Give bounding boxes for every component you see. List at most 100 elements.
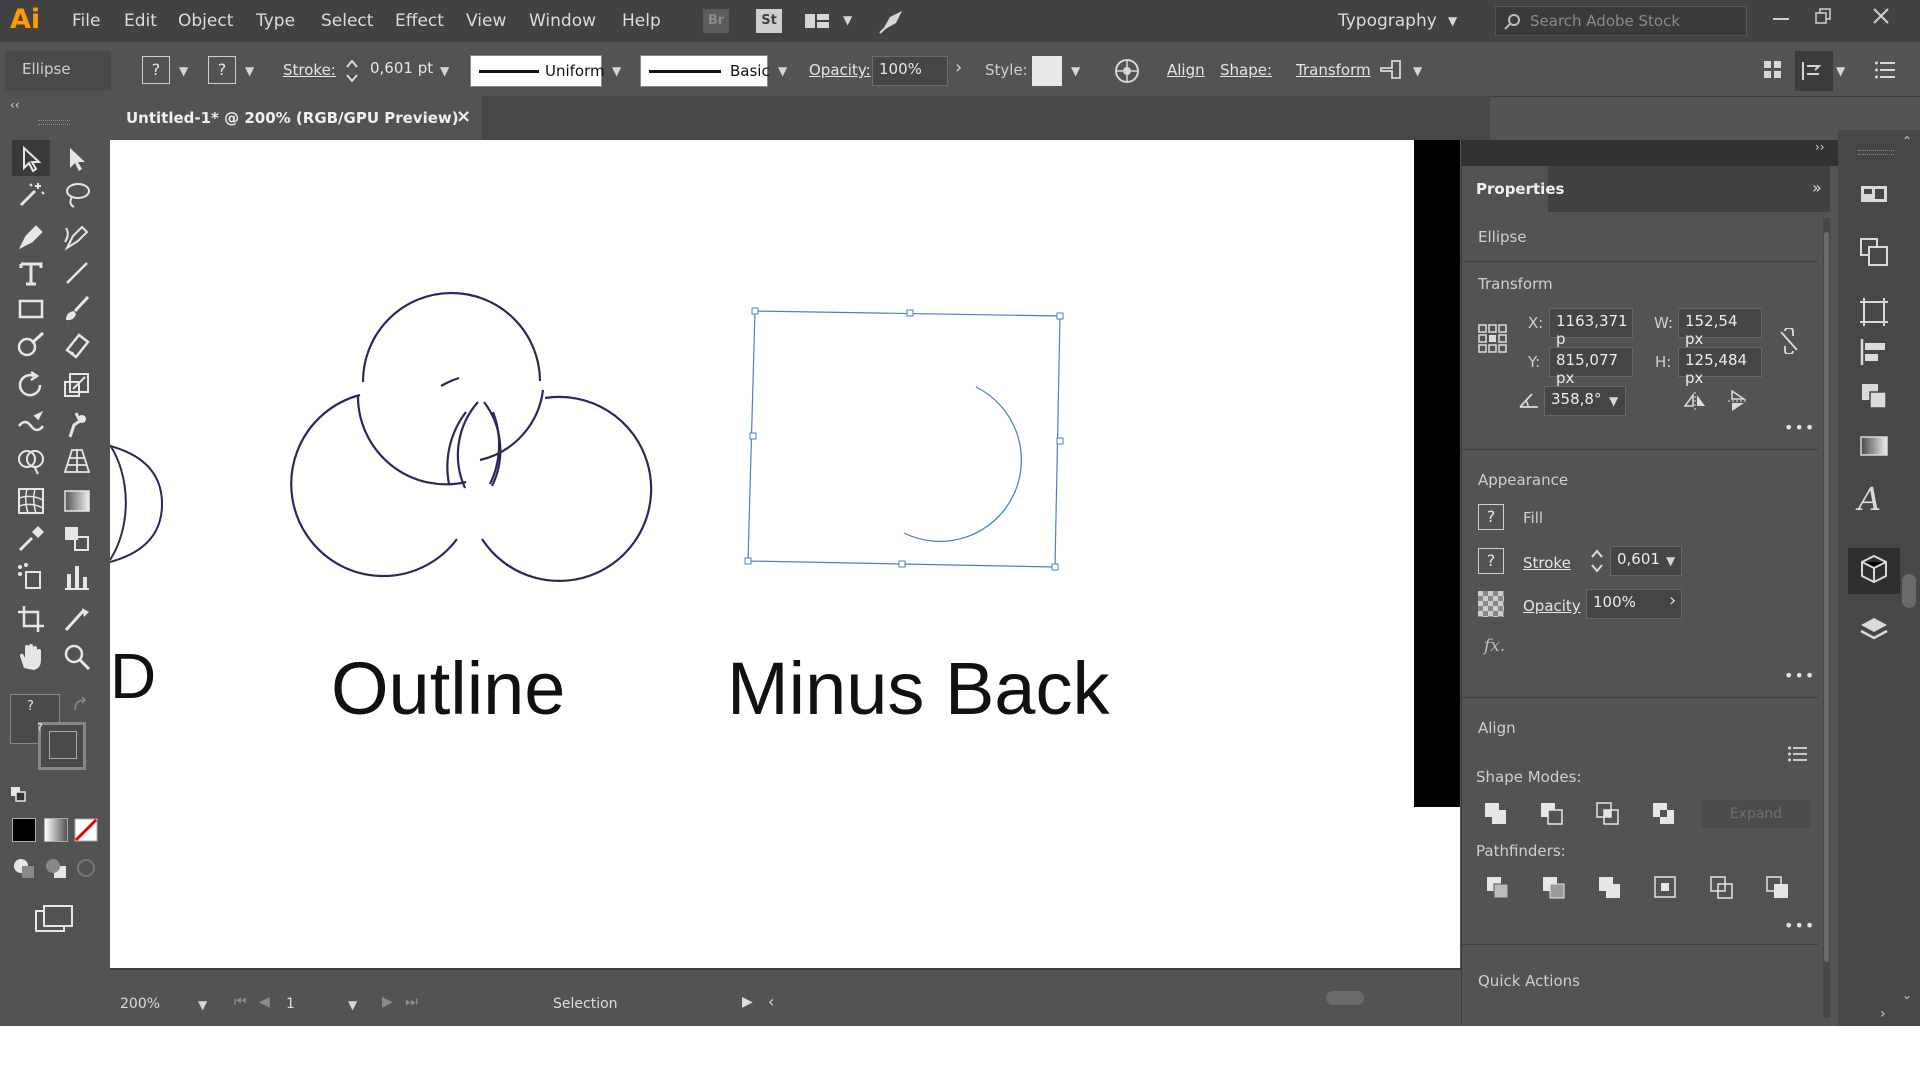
shaper-tool-icon[interactable] bbox=[16, 330, 46, 360]
rectangle-tool-icon[interactable] bbox=[16, 294, 46, 324]
scroll-left-icon[interactable]: ‹ bbox=[768, 992, 774, 1011]
outline-venn-shape[interactable] bbox=[290, 291, 653, 582]
opacity-label[interactable]: Opacity: bbox=[809, 61, 871, 79]
scroll-up-icon[interactable]: ⌃ bbox=[1902, 134, 1912, 148]
artboard-tool-icon[interactable] bbox=[16, 604, 46, 634]
dock-scroll-thumb[interactable] bbox=[1902, 574, 1916, 608]
stroke-label[interactable]: Stroke: bbox=[283, 61, 336, 79]
chevron-down-icon[interactable]: ▼ bbox=[179, 64, 188, 78]
panel-options-icon[interactable]: » bbox=[1812, 178, 1822, 197]
shape-link[interactable]: Shape: bbox=[1220, 61, 1272, 79]
graphic-style-swatch[interactable] bbox=[1032, 56, 1062, 86]
flip-horizontal-icon[interactable] bbox=[1684, 392, 1706, 410]
menu-select[interactable]: Select bbox=[321, 11, 373, 31]
outline-icon[interactable] bbox=[1710, 876, 1734, 900]
close-icon[interactable] bbox=[1871, 6, 1891, 26]
rotate-tool-icon[interactable] bbox=[16, 370, 46, 400]
line-segment-tool-icon[interactable] bbox=[62, 258, 92, 288]
workspace-switcher[interactable]: Typography bbox=[1338, 11, 1437, 31]
character-panel-icon[interactable]: A bbox=[1858, 480, 1894, 518]
artboard-panel-icon[interactable] bbox=[1858, 296, 1890, 328]
h-input[interactable]: 125,484 px bbox=[1678, 347, 1762, 387]
chevron-down-icon[interactable]: ▼ bbox=[1609, 394, 1618, 408]
recolor-artwork-icon[interactable] bbox=[1113, 57, 1141, 85]
swap-fill-stroke-icon[interactable] bbox=[72, 696, 90, 714]
chevron-down-icon[interactable]: ▼ bbox=[348, 998, 357, 1012]
canvas[interactable]: D Outline Minus Back bbox=[110, 140, 1460, 968]
stock-button[interactable]: St bbox=[756, 9, 782, 33]
stock-search-field[interactable]: Search Adobe Stock bbox=[1495, 6, 1747, 36]
blend-tool-icon[interactable] bbox=[62, 524, 92, 554]
reference-point-icon[interactable] bbox=[1478, 324, 1508, 354]
pen-tool-icon[interactable] bbox=[16, 222, 46, 252]
opacity-input[interactable]: 100% bbox=[872, 56, 948, 86]
close-tab-icon[interactable]: × bbox=[456, 106, 471, 127]
more-options-icon[interactable]: ••• bbox=[1784, 418, 1815, 437]
merge-icon[interactable] bbox=[1598, 876, 1622, 900]
layers-panel-icon[interactable] bbox=[1858, 614, 1890, 646]
align-panel-icon[interactable] bbox=[1858, 336, 1890, 368]
chevron-down-icon[interactable]: ▼ bbox=[778, 64, 787, 78]
expand-button[interactable]: Expand bbox=[1702, 800, 1810, 828]
gpu-performance-icon[interactable] bbox=[878, 9, 906, 35]
document-tab[interactable]: Untitled-1* @ 200% (RGB/GPU Preview) × bbox=[110, 96, 482, 140]
gradient-panel-icon[interactable] bbox=[1858, 430, 1890, 462]
stepper-icon[interactable] bbox=[1590, 547, 1604, 575]
chevron-down-icon[interactable]: ▼ bbox=[843, 13, 852, 27]
column-graph-tool-icon[interactable] bbox=[62, 562, 92, 592]
opacity-swatch-icon[interactable] bbox=[1478, 591, 1504, 617]
align-options-icon[interactable] bbox=[1788, 746, 1808, 762]
menu-effect[interactable]: Effect bbox=[395, 11, 444, 31]
chevron-down-icon[interactable]: ▼ bbox=[1448, 14, 1457, 28]
lasso-tool-icon[interactable] bbox=[62, 180, 92, 210]
chevron-down-icon[interactable]: ▼ bbox=[1666, 554, 1675, 568]
menu-object[interactable]: Object bbox=[178, 11, 233, 31]
effects-button[interactable]: fx. bbox=[1484, 636, 1505, 656]
panel-menu-icon[interactable] bbox=[1875, 60, 1897, 80]
artwork[interactable] bbox=[110, 140, 1460, 968]
more-options-icon[interactable]: ••• bbox=[1784, 666, 1815, 685]
opacity-panel-label[interactable]: Opacity bbox=[1523, 597, 1581, 615]
opacity-panel-input[interactable]: 100% bbox=[1586, 589, 1682, 619]
trim-icon[interactable] bbox=[1542, 876, 1566, 900]
scroll-right-icon[interactable]: › bbox=[1880, 1006, 1886, 1022]
draw-behind-icon[interactable] bbox=[44, 856, 68, 880]
crop-icon[interactable] bbox=[1654, 876, 1678, 900]
default-fill-stroke-icon[interactable] bbox=[10, 786, 26, 802]
artboard-number[interactable]: 1 bbox=[286, 996, 295, 1012]
y-input[interactable]: 815,077 px bbox=[1549, 347, 1633, 387]
stroke-swatch-panel[interactable]: ? bbox=[1478, 548, 1504, 574]
status-menu-icon[interactable]: ▶ bbox=[742, 994, 753, 1010]
properties-panel-icon[interactable] bbox=[1858, 554, 1890, 586]
unite-icon[interactable] bbox=[1484, 802, 1508, 826]
eraser-tool-icon[interactable] bbox=[62, 330, 92, 360]
minus-back-result-shape[interactable] bbox=[903, 386, 1022, 542]
stroke-panel-label[interactable]: Stroke bbox=[1523, 554, 1571, 572]
direct-selection-tool-icon[interactable] bbox=[62, 144, 92, 174]
type-tool-icon[interactable] bbox=[16, 258, 46, 288]
eyedropper-tool-icon[interactable] bbox=[16, 524, 46, 554]
chevron-down-icon[interactable]: ▼ bbox=[440, 64, 449, 78]
chevron-right-icon[interactable]: › bbox=[1669, 590, 1676, 611]
mesh-tool-icon[interactable] bbox=[16, 486, 46, 516]
restore-icon[interactable] bbox=[1814, 7, 1834, 27]
screen-mode-icon[interactable] bbox=[34, 904, 74, 934]
zoom-level[interactable]: 200% bbox=[120, 996, 160, 1012]
hand-tool-icon[interactable] bbox=[16, 642, 46, 672]
fill-swatch-panel[interactable]: ? bbox=[1478, 504, 1504, 530]
color-mode-icon[interactable] bbox=[12, 818, 36, 842]
scale-tool-icon[interactable] bbox=[62, 370, 92, 400]
panel-scrollbar[interactable] bbox=[1824, 232, 1829, 962]
gradient-mode-icon[interactable] bbox=[44, 818, 68, 842]
w-input[interactable]: 152,54 px bbox=[1678, 308, 1762, 348]
menu-type[interactable]: Type bbox=[256, 11, 295, 31]
menu-help[interactable]: Help bbox=[622, 11, 661, 31]
draw-normal-icon[interactable] bbox=[12, 856, 36, 880]
paintbrush-tool-icon[interactable] bbox=[62, 294, 92, 324]
menu-window[interactable]: Window bbox=[529, 11, 596, 31]
zoom-tool-icon[interactable] bbox=[62, 642, 92, 672]
horizontal-scroll-thumb[interactable] bbox=[1326, 991, 1364, 1005]
stroke-swatch[interactable]: ? bbox=[208, 56, 236, 84]
menu-edit[interactable]: Edit bbox=[124, 11, 157, 31]
collapse-panels-icon[interactable]: ›› bbox=[1815, 140, 1825, 154]
